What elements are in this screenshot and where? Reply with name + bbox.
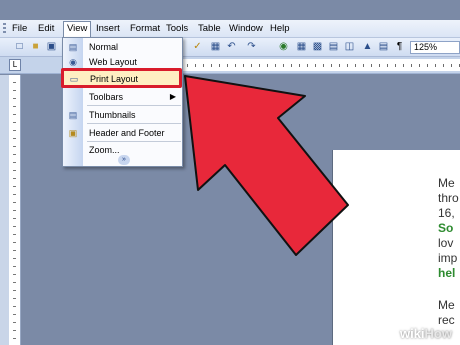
watermark: wikiHow bbox=[400, 326, 452, 341]
menu-item-normal[interactable]: ▤ Normal bbox=[63, 39, 182, 55]
submenu-arrow-icon: ▶ bbox=[169, 92, 176, 101]
expand-more-icon[interactable]: » bbox=[118, 155, 130, 165]
print-layout-highlight bbox=[61, 68, 182, 88]
watermark-wiki: wiki bbox=[399, 326, 425, 341]
menu-item-label: Header and Footer bbox=[89, 128, 165, 138]
menu-separator bbox=[87, 123, 181, 124]
menu-item-label: Normal bbox=[89, 42, 119, 52]
header-footer-icon: ▣ bbox=[68, 128, 78, 138]
menu-item-header-footer[interactable]: ▣ Header and Footer bbox=[63, 125, 182, 141]
menu-item-label: Thumbnails bbox=[89, 110, 136, 120]
menu-item-toolbars[interactable]: Toolbars ▶ bbox=[63, 89, 182, 105]
view-menu-dropdown: ▤ Normal ◉ Web Layout ▭ Print Layout Too… bbox=[62, 37, 183, 167]
menu-separator bbox=[87, 105, 181, 106]
thumbnails-icon: ▤ bbox=[68, 110, 78, 120]
web-layout-icon: ◉ bbox=[69, 57, 77, 67]
normal-view-icon: ▤ bbox=[68, 42, 78, 52]
menu-item-thumbnails[interactable]: ▤ Thumbnails bbox=[63, 107, 182, 123]
menu-item-label: Zoom... bbox=[89, 145, 120, 155]
watermark-how: How bbox=[424, 326, 452, 341]
menu-item-label: Web Layout bbox=[89, 57, 137, 67]
menu-item-label: Toolbars bbox=[89, 92, 124, 102]
word-window: File Edit View Insert Format Tools Table… bbox=[0, 0, 460, 345]
